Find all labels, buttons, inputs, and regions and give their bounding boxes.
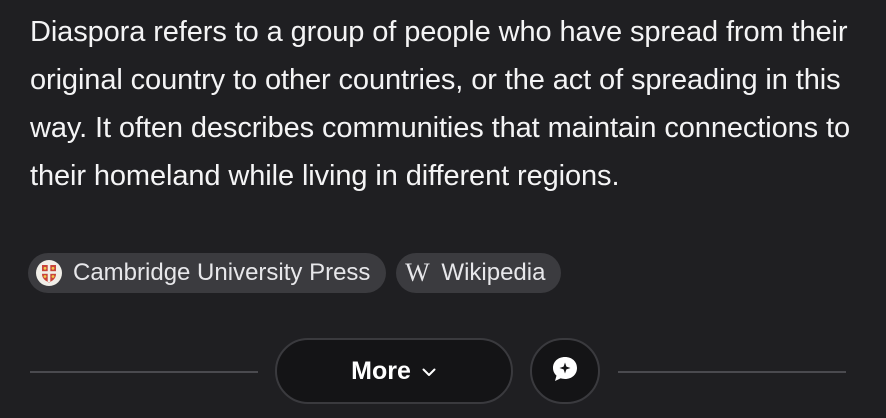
wikipedia-icon: W: [405, 258, 430, 287]
divider-left: [30, 371, 258, 373]
source-chip-cambridge[interactable]: Cambridge University Press: [28, 253, 387, 293]
source-chip-label: Wikipedia: [441, 259, 546, 286]
source-chip-wikipedia[interactable]: W Wikipedia: [396, 253, 562, 293]
more-button-label: More: [351, 356, 411, 385]
source-chip-label: Cambridge University Press: [73, 259, 371, 286]
answer-text: Diaspora refers to a group of people who…: [30, 16, 850, 192]
cambridge-crest-icon: [34, 258, 64, 288]
more-button[interactable]: More: [275, 338, 513, 404]
answer-footer: More: [0, 337, 886, 405]
divider-right: [618, 371, 846, 373]
chat-button[interactable]: [530, 338, 600, 404]
chevron-down-icon: [421, 364, 437, 380]
chat-sparkle-icon: [550, 354, 580, 389]
source-chips: Cambridge University Press W Wikipedia: [28, 253, 562, 293]
